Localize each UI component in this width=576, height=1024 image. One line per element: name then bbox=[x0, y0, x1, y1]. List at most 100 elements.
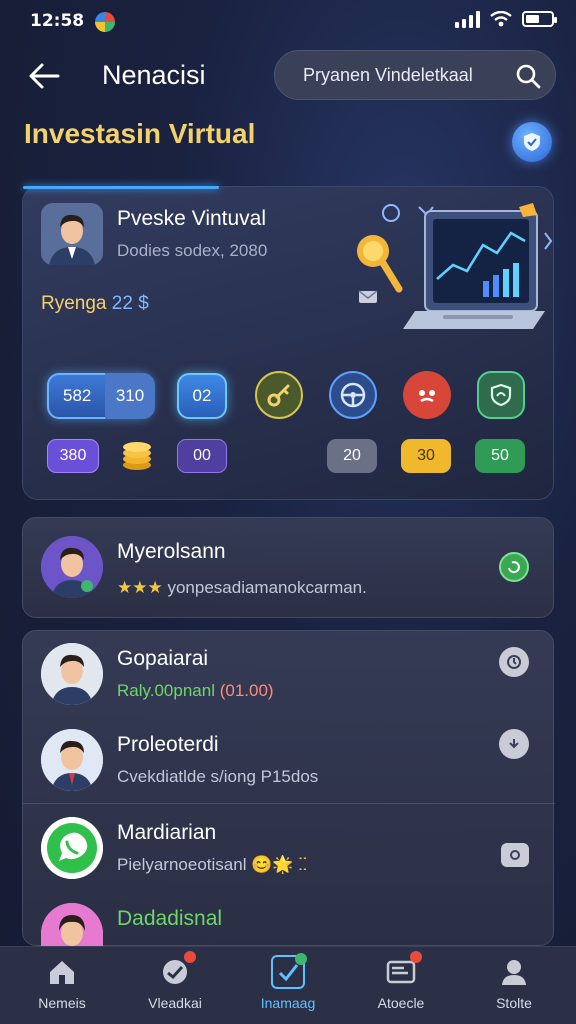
chip-value: 00 bbox=[193, 447, 211, 464]
back-arrow-icon bbox=[29, 63, 60, 89]
notification-badge bbox=[410, 951, 422, 963]
search-placeholder: Pryanen Vindeletkaal bbox=[303, 64, 473, 85]
notification-badge bbox=[295, 953, 307, 965]
laptop-chart-illustration bbox=[357, 203, 553, 329]
shield-button[interactable] bbox=[512, 122, 552, 162]
avatar[interactable] bbox=[41, 643, 103, 705]
battery-icon bbox=[522, 11, 557, 27]
stat-chip[interactable]: 50 bbox=[475, 439, 525, 473]
list-item-title: Myerolsann bbox=[117, 540, 226, 563]
chip-value: 02 bbox=[192, 386, 212, 405]
bottom-nav: Nemeis Vleadkai Inamaag Atoecle Stolte bbox=[0, 946, 576, 1024]
app-notification-icon bbox=[95, 12, 115, 32]
steering-wheel-icon bbox=[340, 382, 366, 408]
top-nav: Nenacisi Pryanen Vindeletkaal bbox=[0, 48, 576, 104]
rating-stars: ★★★ bbox=[117, 578, 163, 597]
stat-chip[interactable]: 310 bbox=[105, 373, 155, 419]
nav-activity[interactable]: Vleadkai bbox=[125, 951, 225, 1021]
status-icons bbox=[455, 10, 557, 28]
status-bar: 12:58 bbox=[0, 0, 576, 44]
list-item-subtitle: ★★★ yonpesadiamanokcarman. bbox=[117, 578, 367, 598]
shield-leaf-icon bbox=[490, 383, 512, 407]
nav-inbox[interactable]: Atoecle bbox=[351, 951, 451, 1021]
list-item-title: Gopaiarai bbox=[117, 647, 209, 670]
amount-positive: Raly.00pnanl bbox=[117, 681, 215, 700]
nav-label: Vleadkai bbox=[148, 995, 202, 1011]
nav-label: Inamaag bbox=[260, 995, 316, 1011]
nav-label: Atoecle bbox=[377, 995, 425, 1011]
list-item-subtitle: Pielyarnoeotisanl 😊🌟 ⵆ bbox=[117, 855, 307, 875]
avatar[interactable] bbox=[41, 903, 103, 947]
search-input[interactable]: Pryanen Vindeletkaal bbox=[274, 50, 556, 100]
wifi-icon bbox=[490, 11, 512, 27]
list-item-subtitle: Cvekdiatlde s/iong P15dos bbox=[117, 767, 319, 786]
avatar[interactable] bbox=[41, 729, 103, 791]
coins-icon bbox=[123, 442, 151, 470]
back-button[interactable] bbox=[22, 56, 66, 96]
balance-value: 22 $ bbox=[111, 293, 149, 314]
coin-stack bbox=[119, 439, 155, 473]
angry-face-icon bbox=[419, 390, 435, 403]
app-icon-avatar[interactable] bbox=[41, 817, 103, 879]
avatar bbox=[41, 536, 103, 598]
inbox-icon bbox=[386, 960, 416, 984]
stat-chip[interactable]: 30 bbox=[401, 439, 451, 473]
nav-label: Stolte bbox=[496, 995, 532, 1011]
balance-line: Ryenga 22 $ bbox=[41, 293, 149, 315]
clock-icon bbox=[507, 655, 521, 669]
drive-button[interactable] bbox=[329, 371, 377, 419]
stat-chip[interactable]: 20 bbox=[327, 439, 377, 473]
nav-label: Nemeis bbox=[38, 995, 86, 1011]
status-time: 12:58 bbox=[30, 11, 85, 31]
card-accent-bar bbox=[23, 186, 219, 189]
emoji-badges: 😊🌟 ⵆ bbox=[251, 855, 308, 874]
avatar bbox=[41, 203, 103, 265]
amount-negative: (01.00) bbox=[219, 681, 274, 700]
notification-badge bbox=[184, 951, 196, 963]
chip-value: 30 bbox=[417, 447, 435, 464]
download-button[interactable] bbox=[499, 729, 529, 759]
list-item-title: Proleoterdi bbox=[117, 733, 219, 756]
chip-value: 20 bbox=[343, 447, 361, 464]
balance-label: Ryenga bbox=[41, 293, 107, 314]
camera-button[interactable] bbox=[501, 843, 529, 867]
chip-value: 50 bbox=[491, 447, 509, 464]
chip-value: 582 bbox=[63, 386, 92, 405]
profile-icon bbox=[502, 960, 526, 985]
key-button[interactable] bbox=[255, 371, 303, 419]
camera-icon bbox=[510, 850, 520, 860]
nav-home[interactable]: Nemeis bbox=[12, 955, 112, 1021]
list-item-subtitle-text: yonpesadiamanokcarman. bbox=[167, 578, 367, 597]
hero-name: Pveske Vintuval bbox=[117, 207, 267, 230]
download-icon bbox=[509, 739, 519, 749]
mood-button[interactable] bbox=[403, 371, 451, 419]
stat-chip[interactable]: 02 bbox=[177, 373, 227, 419]
page-title: Nenacisi bbox=[102, 60, 206, 90]
refresh-icon bbox=[508, 561, 520, 574]
stat-chip[interactable]: 380 bbox=[47, 439, 99, 473]
list-item-title: Dadadisnal bbox=[117, 907, 223, 930]
list-card[interactable]: Myerolsann ★★★ yonpesadiamanokcarman. bbox=[22, 517, 554, 618]
divider bbox=[23, 803, 555, 804]
search-icon[interactable] bbox=[515, 63, 541, 89]
list-group-card: Gopaiarai Raly.00pnanl (01.00) Proleoter… bbox=[22, 630, 555, 947]
section-title: Investasin Virtual bbox=[24, 118, 256, 149]
chip-value: 380 bbox=[59, 447, 87, 464]
chip-value: 310 bbox=[115, 386, 145, 405]
list-item-title: Mardiarian bbox=[117, 821, 217, 844]
signal-icon bbox=[455, 10, 480, 28]
protect-button[interactable] bbox=[477, 371, 525, 419]
chat-bubble-icon bbox=[41, 817, 103, 879]
home-icon bbox=[50, 961, 74, 984]
shield-icon bbox=[524, 133, 540, 151]
hero-subtitle: Dodies sodex, 2080 bbox=[117, 241, 268, 260]
nav-profile[interactable]: Stolte bbox=[464, 955, 564, 1021]
refresh-button[interactable] bbox=[499, 552, 529, 582]
key-icon bbox=[267, 384, 290, 407]
stat-chip[interactable]: 00 bbox=[177, 439, 227, 473]
list-item-subtitle: Raly.00pnanl (01.00) bbox=[117, 681, 274, 701]
clock-button[interactable] bbox=[499, 647, 529, 677]
list-item-subtitle-text: Pielyarnoeotisanl bbox=[117, 855, 247, 874]
investment-hero-card[interactable]: Pveske Vintuval Dodies sodex, 2080 Ryeng… bbox=[22, 186, 554, 500]
nav-checklist[interactable]: Inamaag bbox=[238, 953, 338, 1021]
